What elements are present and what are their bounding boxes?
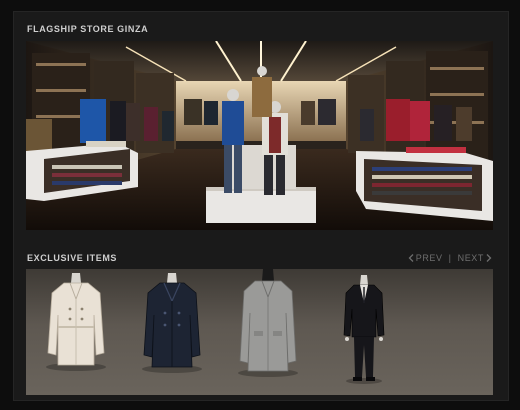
pager-separator: |	[448, 253, 452, 263]
exclusive-items-carousel	[26, 269, 493, 395]
content-panel: FLAGSHIP STORE GINZA EXCLUSIVE ITEMS PRE…	[13, 11, 509, 401]
chevron-left-icon	[408, 254, 414, 262]
trench-coat-image	[46, 273, 106, 371]
store-section-title: FLAGSHIP STORE GINZA	[27, 24, 149, 34]
next-label: NEXT	[457, 253, 484, 263]
peacoat-item[interactable]	[132, 269, 212, 395]
chevron-right-icon	[486, 254, 492, 262]
trench-coat-item[interactable]	[36, 269, 116, 395]
suit-item[interactable]	[324, 269, 404, 395]
peacoat-image	[142, 273, 202, 373]
prev-button[interactable]: PREV	[408, 253, 443, 263]
overcoat-image	[238, 269, 298, 377]
suit-image	[343, 275, 385, 384]
overcoat-item[interactable]	[228, 269, 308, 395]
carousel-pager: PREV | NEXT	[408, 253, 492, 263]
prev-label: PREV	[415, 253, 443, 263]
next-button[interactable]: NEXT	[458, 253, 492, 263]
exclusive-section-title: EXCLUSIVE ITEMS	[27, 253, 118, 263]
store-photo	[26, 41, 493, 230]
